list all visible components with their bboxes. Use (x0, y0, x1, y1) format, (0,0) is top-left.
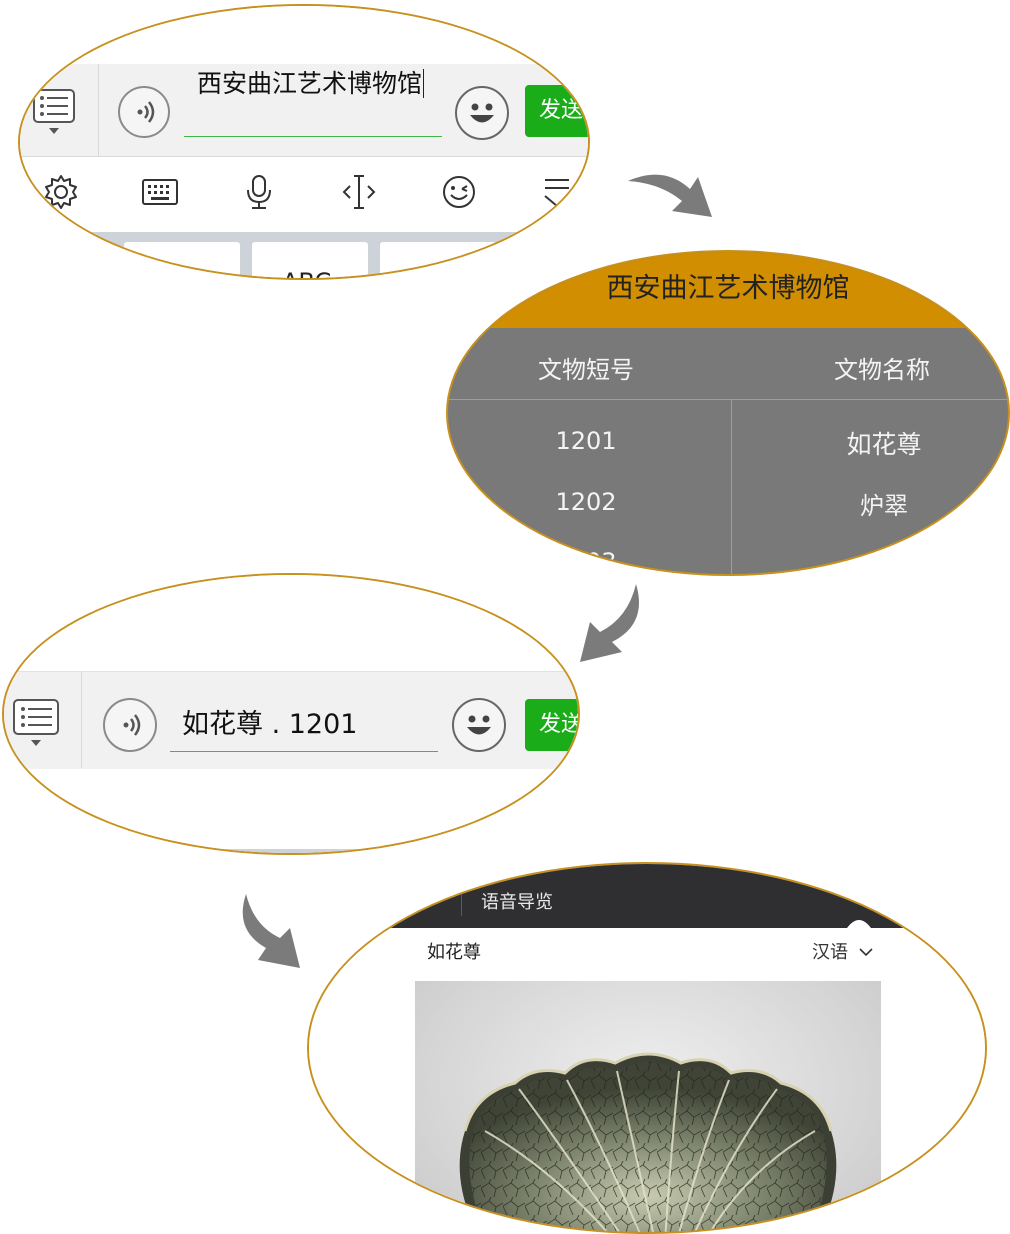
column-divider (731, 400, 732, 574)
smiley-icon (470, 103, 494, 123)
column-header-name: 文物名称 (834, 356, 930, 384)
gear-icon[interactable] (41, 172, 81, 212)
column-header-code: 文物短号 (538, 356, 634, 384)
list-menu-icon (13, 699, 59, 746)
step-arrow-3 (242, 894, 300, 968)
voice-wave-icon (123, 714, 141, 736)
language-label: 汉语 (812, 942, 848, 963)
keyboard-edge (154, 849, 484, 853)
keyboard-toolbar (20, 157, 588, 232)
blank-area (4, 769, 578, 849)
keyboard-icon[interactable] (140, 172, 180, 212)
nav-title: 语音导览 (481, 892, 553, 913)
input-underline (184, 136, 442, 137)
voice-button[interactable] (103, 698, 157, 752)
keyboard-key-abc[interactable]: ABC (252, 242, 368, 278)
row-name[interactable]: 马踏 (804, 546, 964, 574)
message-input[interactable]: 西安曲江艺术博物馆 (197, 68, 429, 100)
input-underline (170, 751, 438, 752)
message-input[interactable]: 如花尊 . 1201 (182, 709, 432, 741)
smiley-icon (467, 715, 491, 735)
artifact-photo (415, 981, 881, 1232)
museum-title: 西安曲江艺术博物馆 (606, 273, 850, 304)
wink-emoji-icon[interactable] (439, 172, 479, 212)
menu-toggle[interactable] (20, 64, 99, 156)
top-area (20, 6, 588, 64)
step2-artifact-table: 西安曲江艺术博物馆 文物短号 文物名称 1201 如花尊 1202 炉翠 120… (446, 250, 1010, 576)
menu-toggle[interactable] (4, 672, 82, 768)
send-button[interactable]: 发送 (525, 699, 578, 751)
item-title: 如花尊 (427, 942, 481, 963)
row-name[interactable]: 炉翠 (804, 486, 964, 521)
top-area (4, 575, 578, 671)
nav-bar (309, 864, 985, 928)
send-button[interactable]: 发送 (525, 85, 588, 137)
person-icon[interactable] (844, 908, 874, 928)
row-name[interactable]: 如花尊 (804, 425, 964, 461)
list-menu-icon (33, 89, 75, 134)
step1-input-panel: 西安曲江艺术博物馆 发送 (18, 4, 590, 280)
language-selector[interactable]: 汉语 (812, 938, 874, 964)
nav-divider (461, 884, 462, 916)
cursor-move-icon[interactable] (339, 172, 379, 212)
row-code[interactable]: 1202 (506, 488, 666, 516)
margin-left (309, 928, 407, 1232)
keyboard-key[interactable] (124, 242, 240, 278)
emoji-button[interactable] (455, 86, 509, 140)
voice-button[interactable] (118, 86, 170, 138)
row-code[interactable]: 1201 (506, 427, 666, 455)
voice-wave-icon (137, 101, 155, 123)
chevron-down-icon (859, 948, 873, 957)
row-code[interactable]: 1203 (506, 548, 666, 574)
step-arrow-2 (580, 584, 639, 662)
step-arrow-1 (628, 174, 712, 217)
key-label: ABC (282, 268, 331, 278)
collapse-icon[interactable] (541, 172, 571, 212)
crackle-bowl-image (459, 1052, 837, 1232)
step4-audio-guide: 语音导览 如花尊 汉语 (307, 862, 987, 1234)
step3-input-panel: 如花尊 . 1201 发送 (2, 573, 580, 855)
emoji-button[interactable] (452, 698, 506, 752)
header-divider (448, 399, 1008, 400)
microphone-icon[interactable] (239, 172, 279, 212)
margin-right (891, 928, 985, 1232)
